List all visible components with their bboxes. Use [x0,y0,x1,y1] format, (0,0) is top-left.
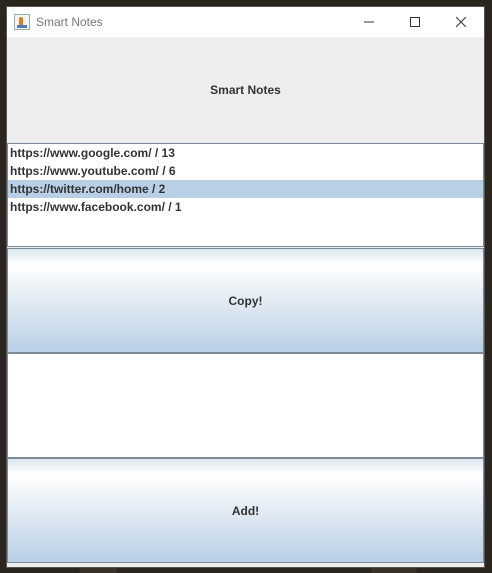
title-bar[interactable]: Smart Notes [7,7,484,37]
list-item-selected[interactable]: https://twitter.com/home / 2 [8,180,483,198]
add-button[interactable]: Add! [7,458,484,563]
url-list[interactable]: https://www.google.com/ / 13 https://www… [7,143,484,247]
close-button[interactable] [438,7,484,37]
app-heading: Smart Notes [210,83,281,97]
maximize-icon [410,17,420,27]
minimize-button[interactable] [346,7,392,37]
note-input-area[interactable] [7,353,484,458]
app-window: Smart Notes Smart Notes https://www.goog… [7,7,484,567]
list-item[interactable]: https://www.google.com/ / 13 [8,144,483,162]
list-item[interactable]: https://www.facebook.com/ / 1 [8,198,483,216]
window-controls [346,7,484,37]
copy-button-label: Copy! [228,293,263,308]
minimize-icon [364,21,374,23]
close-icon [456,17,466,27]
header-panel: Smart Notes [7,37,484,143]
copy-button[interactable]: Copy! [7,248,484,353]
maximize-button[interactable] [392,7,438,37]
java-app-icon [14,14,30,30]
list-item[interactable]: https://www.youtube.com/ / 6 [8,162,483,180]
window-title: Smart Notes [36,15,103,29]
add-button-label: Add! [231,503,260,518]
